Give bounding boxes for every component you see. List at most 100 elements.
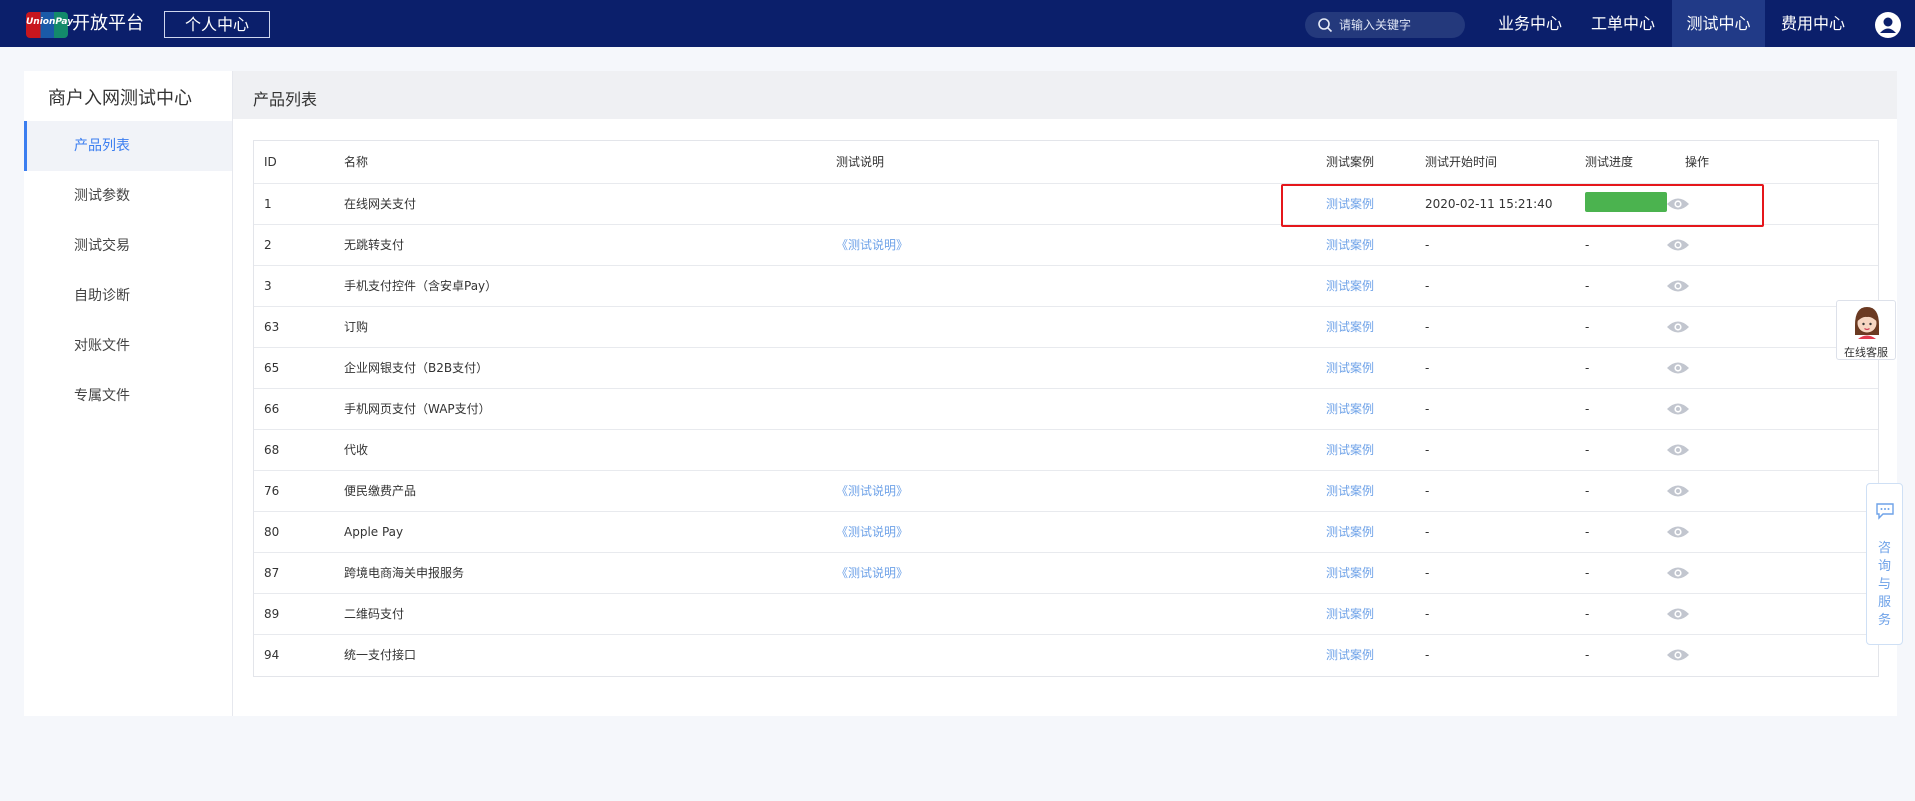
view-eye-icon[interactable]	[1666, 606, 1690, 622]
table-row: 87 跨境电商海关申报服务 《测试说明》 测试案例 - -	[254, 553, 1878, 594]
row-product-name: 便民缴费产品	[344, 484, 417, 498]
row-progress: -	[1585, 402, 1590, 416]
view-eye-icon[interactable]	[1666, 442, 1690, 458]
consult-char: 询	[1877, 559, 1891, 574]
view-eye-icon[interactable]	[1666, 483, 1690, 499]
test-case-link[interactable]: 测试案例	[1326, 594, 1374, 635]
row-id: 68	[264, 443, 280, 457]
row-product-name: 企业网银支付（B2B支付）	[344, 361, 489, 375]
consult-service-tab[interactable]: 咨询与服务	[1866, 483, 1903, 645]
row-progress: -	[1585, 648, 1590, 662]
row-product-name: 无跳转支付	[344, 238, 405, 252]
sidebar-item-self-diagnosis[interactable]: 自助诊断	[24, 271, 232, 321]
table-row: 68 代收 测试案例 - -	[254, 430, 1878, 471]
test-case-link[interactable]: 测试案例	[1326, 348, 1374, 389]
top-navigation-bar: UnionPay 开放平台 个人中心 业务中心 工单中心 测试中心 费用中心	[0, 0, 1915, 47]
view-eye-icon[interactable]	[1666, 565, 1690, 581]
view-eye-icon[interactable]	[1666, 360, 1690, 376]
row-start-time: -	[1425, 238, 1430, 252]
nav-test-center[interactable]: 测试中心	[1672, 0, 1765, 47]
row-product-name: 跨境电商海关申报服务	[344, 566, 465, 580]
search-input[interactable]	[1339, 15, 1459, 35]
sidebar: 商户入网测试中心 产品列表 测试参数 测试交易 自助诊断 对账文件 专属文件	[24, 71, 232, 716]
table-row: 76 便民缴费产品 《测试说明》 测试案例 - -	[254, 471, 1878, 512]
row-start-time: -	[1425, 648, 1430, 662]
row-product-name: 代收	[344, 443, 369, 457]
row-id: 66	[264, 402, 280, 416]
view-eye-icon[interactable]	[1666, 278, 1690, 294]
test-case-link[interactable]: 测试案例	[1326, 553, 1374, 594]
nav-fee-center[interactable]: 费用中心	[1770, 0, 1856, 47]
row-start-time: -	[1425, 566, 1430, 580]
test-case-link[interactable]: 测试案例	[1326, 512, 1374, 553]
search-box[interactable]	[1305, 12, 1465, 38]
test-case-link[interactable]: 测试案例	[1326, 307, 1374, 348]
table-body: 1 在线网关支付 测试案例 2020-02-11 15:21:40 2 无跳转支付 《测试说…	[254, 184, 1878, 676]
test-note-link[interactable]: 《测试说明》	[836, 225, 908, 266]
row-progress: -	[1585, 484, 1590, 498]
table-row: 66 手机网页支付（WAP支付） 测试案例 - -	[254, 389, 1878, 430]
row-id: 3	[264, 279, 272, 293]
column-header-progress: 测试进度	[1585, 155, 1634, 169]
column-header-name: 名称	[344, 155, 369, 169]
table-header-row: ID 名称 测试说明 测试案例 测试开始时间 测试进度 操作	[254, 141, 1878, 184]
row-id: 65	[264, 361, 280, 375]
online-customer-service[interactable]: 在线客服	[1836, 300, 1896, 360]
row-start-time: -	[1425, 279, 1430, 293]
column-header-test-note: 测试说明	[836, 155, 885, 169]
sidebar-item-test-params[interactable]: 测试参数	[24, 171, 232, 221]
test-note-link[interactable]: 《测试说明》	[836, 471, 908, 512]
main-header: 产品列表	[233, 71, 1897, 119]
column-header-test-case: 测试案例	[1326, 155, 1375, 169]
row-id: 94	[264, 648, 280, 662]
consult-char: 服	[1877, 595, 1891, 610]
row-progress: -	[1585, 238, 1590, 252]
table-row: 80 Apple Pay 《测试说明》 测试案例 - -	[254, 512, 1878, 553]
view-eye-icon[interactable]	[1666, 401, 1690, 417]
main-panel: 产品列表 ID 名称 测试说明 测试案例 测试开始时间 测试进度 操作 1 在线网…	[232, 71, 1897, 716]
table-row: 63 订购 测试案例 - -	[254, 307, 1878, 348]
row-product-name: 手机网页支付（WAP支付）	[344, 402, 491, 416]
sidebar-item-exclusive-files[interactable]: 专属文件	[24, 371, 232, 421]
row-progress: -	[1585, 566, 1590, 580]
test-case-link[interactable]: 测试案例	[1326, 635, 1374, 676]
row-progress: -	[1585, 607, 1590, 621]
test-case-link[interactable]: 测试案例	[1326, 225, 1374, 266]
unionpay-logo[interactable]: UnionPay	[26, 12, 74, 38]
sidebar-item-test-transactions[interactable]: 测试交易	[24, 221, 232, 271]
test-case-link[interactable]: 测试案例	[1326, 389, 1374, 430]
view-eye-icon[interactable]	[1666, 524, 1690, 540]
nav-ticket-center[interactable]: 工单中心	[1580, 0, 1666, 47]
view-eye-icon[interactable]	[1666, 647, 1690, 663]
row-start-time: -	[1425, 320, 1430, 334]
personal-center-button[interactable]: 个人中心	[164, 11, 270, 38]
sidebar-item-reconciliation-files[interactable]: 对账文件	[24, 321, 232, 371]
table-row: 3 手机支付控件（含安卓Pay） 测试案例 - -	[254, 266, 1878, 307]
row-start-time: -	[1425, 525, 1430, 539]
sidebar-title: 商户入网测试中心	[48, 88, 192, 109]
row-id: 87	[264, 566, 280, 580]
row-id: 2	[264, 238, 272, 252]
test-case-link[interactable]: 测试案例	[1326, 266, 1374, 307]
row-product-name: 二维码支付	[344, 607, 405, 621]
column-header-id: ID	[264, 155, 277, 169]
user-avatar-icon[interactable]	[1875, 12, 1901, 38]
view-eye-icon[interactable]	[1666, 237, 1690, 253]
table-row: 94 统一支付接口 测试案例 - -	[254, 635, 1878, 676]
test-note-link[interactable]: 《测试说明》	[836, 512, 908, 553]
table-row: 65 企业网银支付（B2B支付） 测试案例 - -	[254, 348, 1878, 389]
test-note-link[interactable]: 《测试说明》	[836, 553, 908, 594]
sidebar-item-product-list[interactable]: 产品列表	[24, 121, 232, 171]
consult-char: 咨	[1877, 541, 1891, 556]
row-progress: -	[1585, 279, 1590, 293]
table-row: 89 二维码支付 测试案例 - -	[254, 594, 1878, 635]
view-eye-icon[interactable]	[1666, 319, 1690, 335]
logo-text: UnionPay	[26, 17, 74, 27]
test-case-link[interactable]: 测试案例	[1326, 430, 1374, 471]
nav-business-center[interactable]: 业务中心	[1487, 0, 1573, 47]
platform-brand[interactable]: 开放平台	[72, 12, 144, 36]
column-header-start-time: 测试开始时间	[1425, 155, 1498, 169]
row-id: 89	[264, 607, 280, 621]
row-id: 63	[264, 320, 280, 334]
test-case-link[interactable]: 测试案例	[1326, 471, 1374, 512]
